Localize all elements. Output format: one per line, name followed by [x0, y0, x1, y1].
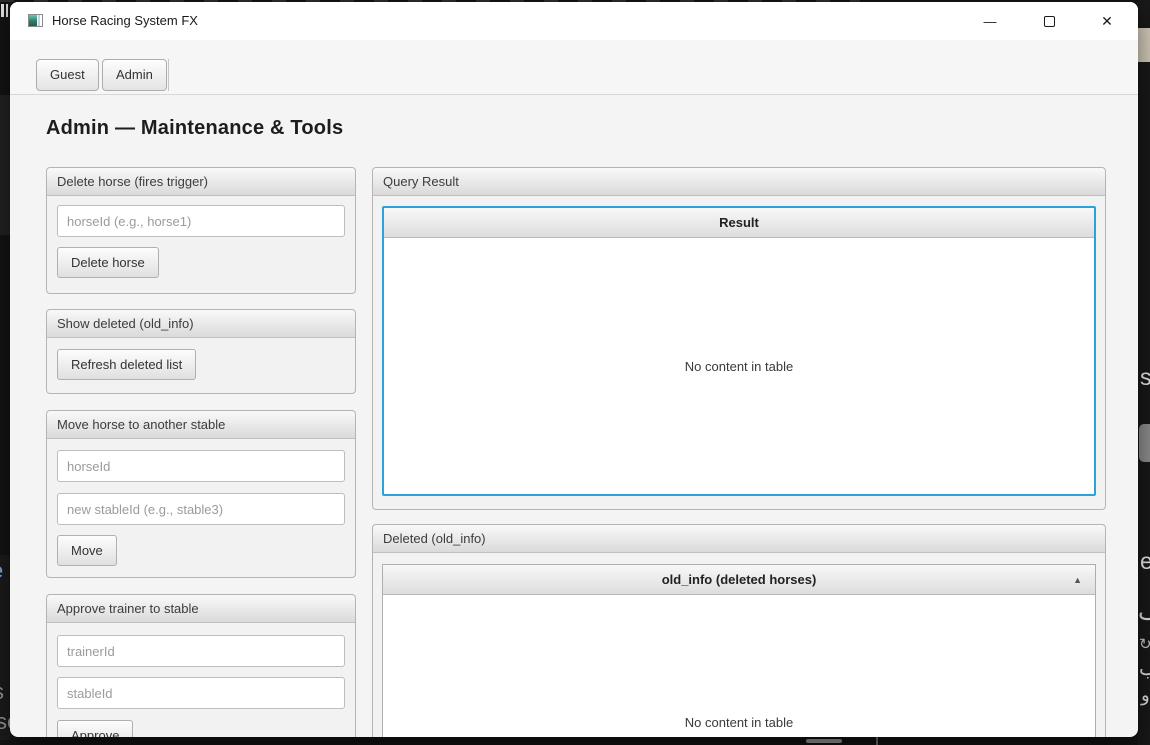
- sort-ascending-icon[interactable]: ▲: [1073, 565, 1082, 595]
- query-result-table[interactable]: Result No content in table: [382, 206, 1096, 496]
- page-title: Admin — Maintenance & Tools: [46, 117, 343, 140]
- panel-approve-trainer-title: Approve trainer to stable: [47, 595, 355, 623]
- backdrop-fragment: e: [0, 560, 3, 582]
- panel-move-horse-title: Move horse to another stable: [47, 411, 355, 439]
- deleted-table-empty-placeholder: No content in table: [383, 715, 1095, 730]
- backdrop-color-block: [1138, 28, 1150, 62]
- horse-id-input[interactable]: [57, 205, 345, 237]
- old-info-column-label: old_info (deleted horses): [662, 572, 817, 587]
- minimize-button[interactable]: —: [967, 2, 1013, 40]
- delete-horse-button[interactable]: Delete horse: [57, 247, 159, 278]
- panel-deleted-old-info: Deleted (old_info) old_info (deleted hor…: [372, 524, 1106, 737]
- app-icon: [28, 14, 43, 27]
- query-result-empty-placeholder: No content in table: [384, 238, 1094, 494]
- panel-show-deleted: Show deleted (old_info) Refresh deleted …: [46, 309, 356, 394]
- old-info-column-header[interactable]: old_info (deleted horses) ▲: [383, 565, 1095, 595]
- backdrop-scroll-handle: [806, 739, 842, 743]
- move-button[interactable]: Move: [57, 535, 117, 566]
- backdrop-fragment: e: [1140, 550, 1150, 573]
- maximize-button[interactable]: [1026, 2, 1072, 40]
- backdrop-fragment: s: [0, 681, 4, 703]
- maximize-icon: [1044, 16, 1055, 27]
- panel-show-deleted-title: Show deleted (old_info): [47, 310, 355, 338]
- backdrop-fragment: و: [1141, 686, 1150, 704]
- backdrop-glyph-bar: [6, 4, 8, 17]
- titlebar[interactable]: Horse Racing System FX — ✕: [10, 2, 1138, 40]
- approve-button[interactable]: Approve: [57, 720, 133, 737]
- panel-delete-horse: Delete horse (fires trigger) Delete hors…: [46, 167, 356, 294]
- move-horse-id-input[interactable]: [57, 450, 345, 482]
- panel-deleted-old-info-title: Deleted (old_info): [373, 525, 1105, 553]
- backdrop-glyph-bar: [1, 4, 4, 17]
- panel-delete-horse-title: Delete horse (fires trigger): [47, 168, 355, 196]
- result-column-header[interactable]: Result: [384, 208, 1094, 238]
- tab-separator: [168, 59, 169, 91]
- backdrop-divider: [876, 737, 878, 745]
- tab-admin[interactable]: Admin: [102, 59, 167, 91]
- backdrop-button-fragment: [1139, 424, 1150, 462]
- tab-guest[interactable]: Guest: [36, 59, 99, 91]
- panel-query-result-title: Query Result: [373, 168, 1105, 196]
- backdrop-fragment: s: [1140, 366, 1150, 389]
- close-icon: ✕: [1101, 13, 1113, 30]
- panel-approve-trainer: Approve trainer to stable Approve: [46, 594, 356, 737]
- backdrop-fragment: ب: [1139, 659, 1150, 679]
- refresh-deleted-button[interactable]: Refresh deleted list: [57, 349, 196, 380]
- trainer-id-input[interactable]: [57, 635, 345, 667]
- panel-move-horse: Move horse to another stable Move: [46, 410, 356, 578]
- tab-bar: Guest Admin: [10, 40, 1138, 95]
- backdrop-shade: [0, 95, 10, 235]
- minimize-icon: —: [984, 14, 997, 29]
- close-button[interactable]: ✕: [1084, 2, 1130, 40]
- backdrop-fragment: ف: [1138, 600, 1150, 624]
- panel-query-result: Query Result Result No content in table: [372, 167, 1106, 510]
- app-window: Horse Racing System FX — ✕ Guest Admin A…: [10, 2, 1138, 737]
- stable-id-input[interactable]: [57, 677, 345, 709]
- backdrop-refresh-arrow-icon: ↻: [1139, 637, 1150, 652]
- deleted-horses-table[interactable]: old_info (deleted horses) ▲ No content i…: [382, 564, 1096, 737]
- new-stable-id-input[interactable]: [57, 493, 345, 525]
- window-title: Horse Racing System FX: [52, 13, 198, 28]
